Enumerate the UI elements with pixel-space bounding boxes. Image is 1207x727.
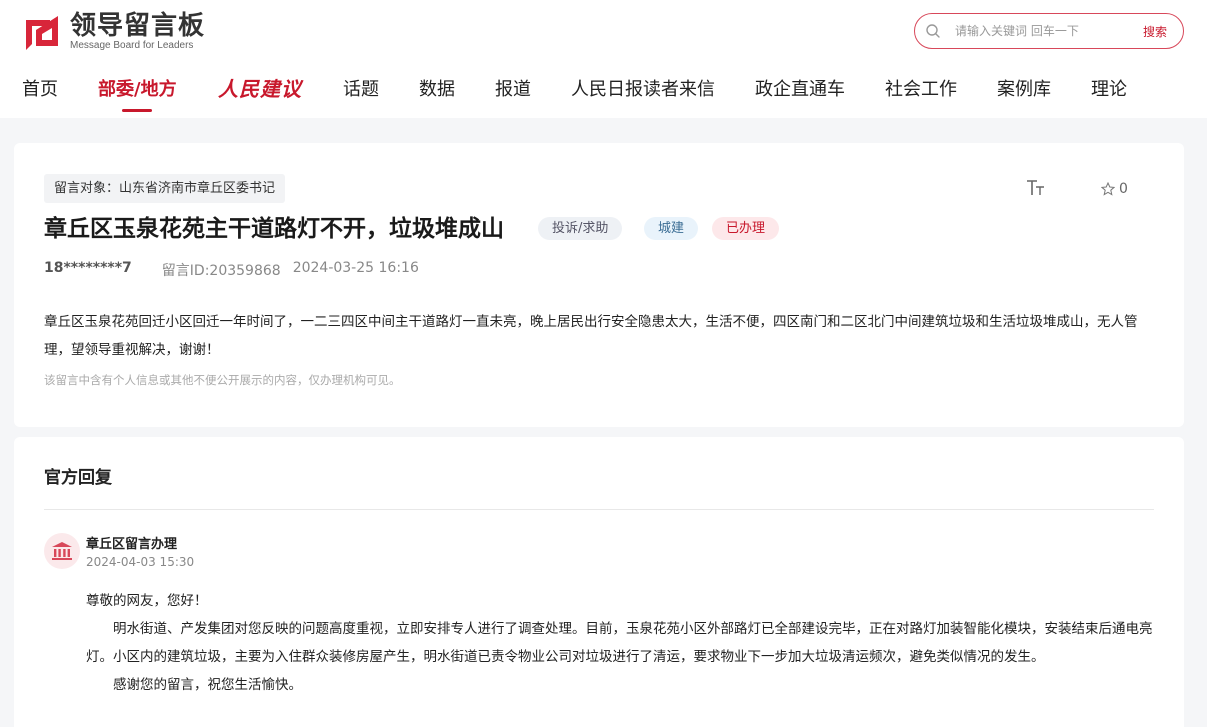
message-meta: 18********7 留言ID:20359868 2024-03-25 16:…: [44, 260, 419, 280]
message-author: 18********7: [44, 260, 132, 276]
reply-greeting: 尊敬的网友，您好！: [86, 593, 208, 609]
nav-ministries[interactable]: 部委/地方: [98, 74, 177, 112]
nav-data[interactable]: 数据: [419, 74, 455, 106]
nav-enterprise[interactable]: 政企直通车: [755, 74, 845, 106]
divider: [44, 509, 1154, 510]
reply-paragraph: 明水街道、产发集团对您反映的问题高度重视，立即安排专人进行了调查处理。目前，玉泉…: [86, 621, 1153, 665]
reply-body: 尊敬的网友，您好！ 明水街道、产发集团对您反映的问题高度重视，立即安排专人进行了…: [86, 587, 1158, 699]
logo-mark-icon: [26, 16, 58, 50]
search-box: 搜索: [914, 13, 1184, 49]
privacy-note: 该留言中含有个人信息或其他不便公开展示的内容，仅办理机构可见。: [44, 373, 401, 387]
reply-section-title: 官方回复: [44, 468, 112, 488]
government-building-icon: [52, 542, 72, 560]
status-badge: 已办理: [712, 217, 780, 240]
category-badge: 投诉/求助: [538, 217, 623, 240]
favorite-button[interactable]: 0: [1101, 181, 1128, 197]
logo-title: 领导留言板: [70, 11, 206, 41]
search-input[interactable]: [955, 24, 1125, 38]
reply-card: 官方回复 章丘区留言办理 2024-04-03 15:30 尊敬的网友，您好！ …: [14, 437, 1184, 727]
org-avatar: [44, 533, 80, 569]
logo-subtitle: Message Board for Leaders: [70, 40, 194, 51]
reply-time: 2024-04-03 15:30: [86, 555, 195, 569]
site-logo[interactable]: 领导留言板 Message Board for Leaders: [22, 12, 205, 52]
message-title: 章丘区玉泉花苑主干道路灯不开，垃圾堆成山: [44, 216, 504, 242]
nav-topics[interactable]: 话题: [343, 74, 379, 106]
reply-closing: 感谢您的留言，祝您生活愉快。: [113, 677, 302, 693]
message-datetime: 2024-03-25 16:16: [292, 260, 419, 276]
star-icon: [1101, 182, 1115, 196]
nav-social-work[interactable]: 社会工作: [885, 74, 957, 106]
nav-people-suggestions[interactable]: 人民建议: [218, 74, 302, 104]
field-badge: 城建: [644, 217, 699, 240]
nav-reports[interactable]: 报道: [495, 74, 531, 106]
nav-case-library[interactable]: 案例库: [997, 74, 1051, 106]
site-header: 领导留言板 Message Board for Leaders 搜索 首页 部委…: [0, 0, 1207, 118]
search-button[interactable]: 搜索: [1143, 23, 1167, 40]
search-icon: [926, 24, 940, 38]
nav-reader-letters[interactable]: 人民日报读者来信: [571, 74, 715, 106]
reply-org-name: 章丘区留言办理: [86, 537, 178, 552]
nav-home[interactable]: 首页: [22, 74, 58, 106]
font-size-icon[interactable]: [1026, 179, 1046, 197]
logo-text: 领导留言板 Message Board for Leaders: [70, 12, 205, 52]
message-content: 章丘区玉泉花苑回迁小区回迁一年时间了，一二三四区中间主干道路灯一直未亮，晚上居民…: [44, 314, 1138, 358]
message-id: 留言ID:20359868: [161, 263, 281, 279]
nav-theory[interactable]: 理论: [1091, 74, 1127, 106]
message-target: 留言对象：山东省济南市章丘区委书记: [44, 174, 286, 203]
favorite-count: 0: [1119, 181, 1128, 197]
message-card: 留言对象：山东省济南市章丘区委书记 0 章丘区玉泉花苑主干道路灯不开，垃圾堆成山…: [14, 143, 1184, 427]
main-nav: 首页 部委/地方 人民建议 话题 数据 报道 人民日报读者来信 政企直通车 社会…: [0, 74, 1207, 114]
